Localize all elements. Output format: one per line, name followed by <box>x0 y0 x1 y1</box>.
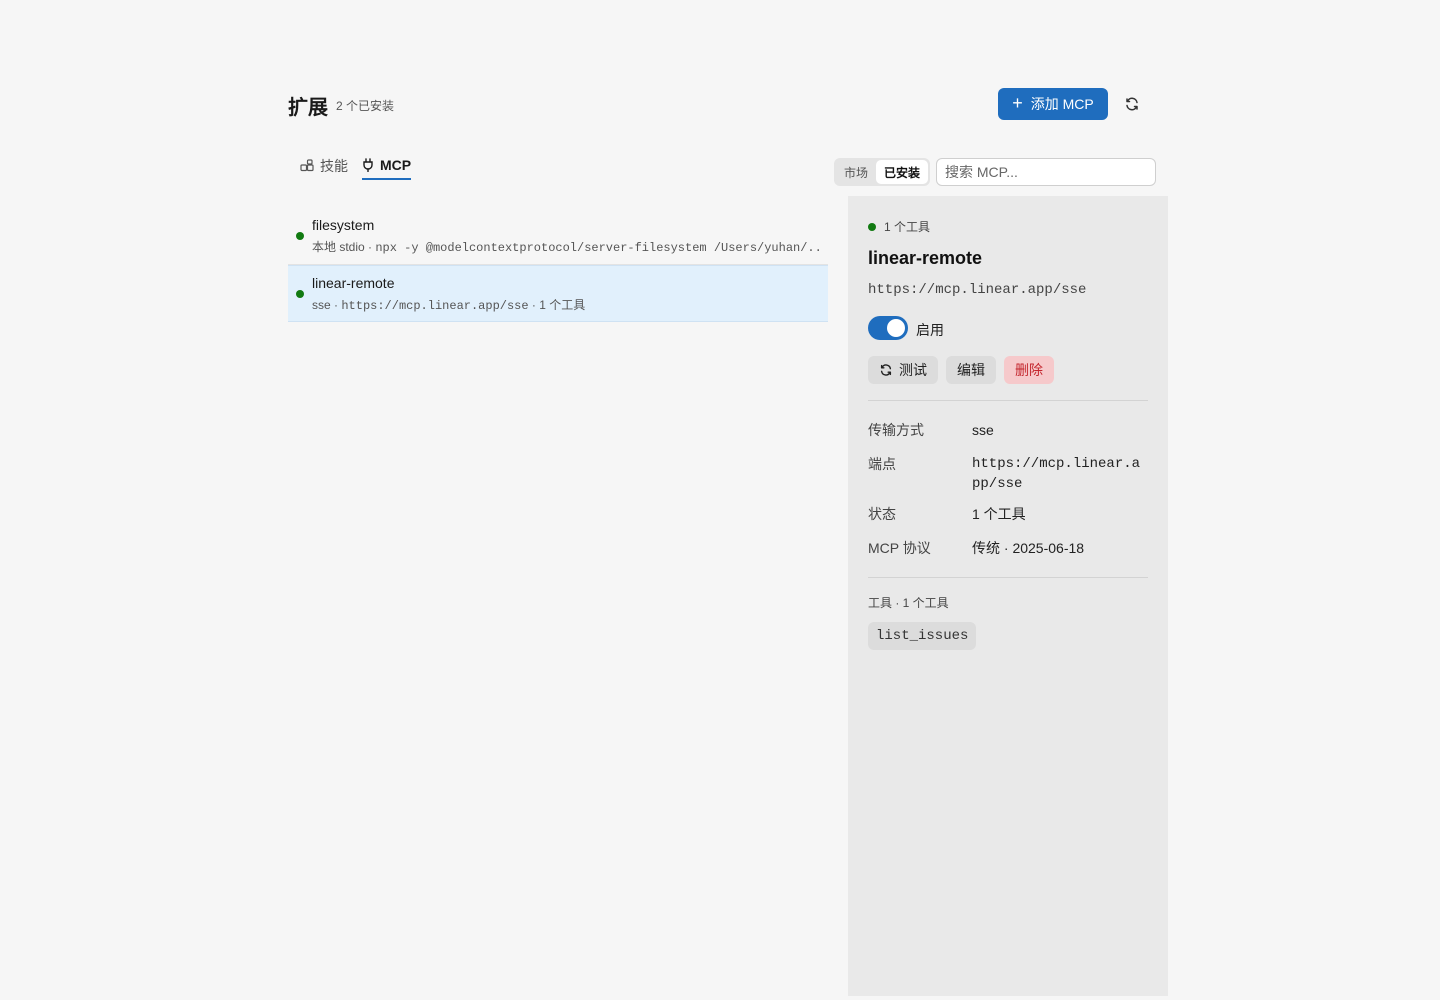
enable-toggle[interactable] <box>868 316 908 340</box>
add-mcp-button[interactable]: + 添加 MCP <box>998 88 1108 120</box>
edit-button[interactable]: 编辑 <box>946 356 996 384</box>
test-button-label: 测试 <box>899 362 927 378</box>
test-button[interactable]: 测试 <box>868 356 938 384</box>
server-command: https://mcp.linear.app/sse <box>341 299 529 313</box>
status-dot <box>868 222 876 231</box>
enable-toggle-label: 启用 <box>916 322 944 338</box>
delete-button[interactable]: 删除 <box>1004 356 1054 384</box>
server-command: npx -y @modelcontextprotocol/server-file… <box>375 241 822 255</box>
info-key: 传输方式 <box>868 422 924 438</box>
info-key: 状态 <box>868 506 896 522</box>
toggle-knob <box>887 319 905 337</box>
server-detail-panel: 1 个工具 linear-remote https://mcp.linear.a… <box>848 196 1168 996</box>
server-meta: sse · https://mcp.linear.app/sse · 1 个工具 <box>312 296 822 313</box>
server-name: filesystem <box>312 217 375 233</box>
tab-mcp[interactable]: MCP <box>362 152 412 180</box>
detail-server-url: https://mcp.linear.app/sse <box>868 282 1087 298</box>
detail-status-text: 1 个工具 <box>884 220 931 234</box>
detail-actions: 测试 编辑 删除 <box>868 356 1054 384</box>
divider <box>868 577 1148 578</box>
refresh-button[interactable] <box>1122 94 1142 114</box>
plus-icon: + <box>1012 93 1023 113</box>
plug-icon <box>363 158 373 172</box>
tools-section-title: 工具 · 1 个工具 <box>868 596 949 610</box>
status-dot <box>296 290 304 298</box>
tool-chip[interactable]: list_issues <box>868 622 977 650</box>
add-mcp-label: 添加 MCP <box>1030 96 1094 112</box>
info-value: sse <box>972 422 994 438</box>
info-key: MCP 协议 <box>868 540 931 556</box>
server-meta-prefix: sse · <box>312 298 342 312</box>
divider <box>868 400 1148 401</box>
detail-server-name: linear-remote <box>868 248 983 268</box>
source-filter: 市场 已安装 <box>834 158 931 186</box>
server-meta: 本地 stdio · npx -y @modelcontextprotocol/… <box>312 238 822 255</box>
search-input[interactable] <box>936 158 1156 186</box>
refresh-icon <box>1126 97 1138 111</box>
refresh-icon <box>880 364 892 376</box>
info-value: 传统 · 2025-06-18 <box>972 540 1085 556</box>
puzzle-icon <box>300 159 314 172</box>
list-item[interactable]: filesystem 本地 stdio · npx -y @modelconte… <box>288 208 828 265</box>
info-value: https://mcp.linear.app/sse <box>972 456 1141 492</box>
info-value: 1 个工具 <box>972 506 1026 522</box>
detail-status: 1 个工具 <box>868 218 930 235</box>
server-meta-suffix: · 1 个工具 <box>528 298 586 312</box>
info-key: 端点 <box>868 456 896 472</box>
server-name: linear-remote <box>312 275 395 291</box>
status-dot <box>296 232 304 240</box>
list-item[interactable]: linear-remote sse · https://mcp.linear.a… <box>288 265 828 322</box>
tab-mcp-label: MCP <box>380 157 412 173</box>
server-meta-prefix: 本地 stdio · <box>312 240 376 254</box>
segment-market[interactable]: 市场 <box>836 160 876 184</box>
extension-tabs: 技能 MCP <box>288 152 413 182</box>
tab-skills-label: 技能 <box>320 158 348 174</box>
installed-count: 2 个已安装 <box>336 99 395 113</box>
tab-skills[interactable]: 技能 <box>288 152 360 180</box>
page-header: 扩展 2 个已安装 + 添加 MCP <box>288 88 1140 120</box>
mcp-server-list: filesystem 本地 stdio · npx -y @modelconte… <box>288 208 828 322</box>
segment-installed[interactable]: 已安装 <box>876 160 929 184</box>
page-title: 扩展 <box>288 97 328 119</box>
